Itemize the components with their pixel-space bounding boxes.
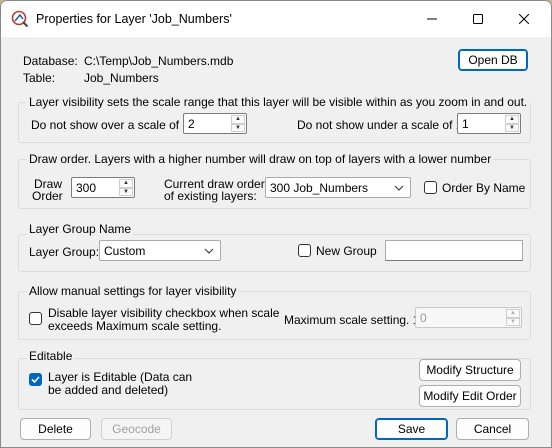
database-label: Database:	[23, 54, 78, 68]
min-scale-label: Do not show under a scale of 1:	[297, 118, 466, 132]
table-name: Job_Numbers	[84, 71, 159, 85]
editable-legend: Editable	[27, 349, 75, 363]
layer-group-dropdown[interactable]: Custom	[99, 240, 221, 261]
draw-order-value: 300	[76, 181, 97, 195]
app-logo-icon	[11, 10, 29, 28]
current-order-label-line2: of existing layers:	[164, 189, 257, 203]
layer-editable-label-line1: Layer is Editable (Data can	[48, 370, 193, 384]
draw-order-legend: Draw order. Layers with a higher number …	[27, 152, 494, 166]
max-scale-spinner[interactable]: 2 ▲ ▼	[183, 113, 247, 134]
max-scale-setting-value: 0	[420, 311, 427, 325]
database-path: C:\Temp\Job_Numbers.mdb	[84, 54, 234, 68]
chevron-down-icon	[394, 185, 404, 191]
chevron-down-icon	[204, 248, 214, 254]
draw-order-label-line2: Order	[32, 189, 63, 203]
max-scale-setting-label: Maximum scale setting. 1:	[284, 313, 423, 327]
spin-up-icon[interactable]: ▲	[505, 115, 519, 124]
visibility-legend: Layer visibility sets the scale range th…	[27, 95, 530, 109]
close-button[interactable]	[501, 1, 547, 37]
new-group-label: New Group	[316, 244, 377, 258]
maximize-button[interactable]	[455, 1, 501, 37]
layer-editable-checkbox[interactable]	[29, 373, 42, 386]
layer-group-label: Layer Group:	[29, 245, 100, 259]
layer-group-legend: Layer Group Name	[27, 222, 134, 236]
layer-group-value: Custom	[104, 244, 146, 258]
cancel-button[interactable]: Cancel	[456, 418, 529, 440]
max-scale-setting-spinner[interactable]: 0 ▲ ▼	[415, 307, 522, 328]
close-icon	[519, 14, 529, 24]
spin-down-icon[interactable]: ▼	[231, 123, 245, 132]
modify-structure-button[interactable]: Modify Structure	[419, 359, 521, 381]
order-by-name-label: Order By Name	[442, 181, 526, 195]
spin-up-icon[interactable]: ▲	[231, 115, 245, 124]
window-title: Properties for Layer 'Job_Numbers'	[36, 12, 232, 26]
modify-edit-order-button[interactable]: Modify Edit Order	[419, 385, 521, 407]
disable-visibility-label-line1: Disable layer visibility checkbox when s…	[48, 306, 280, 320]
delete-button[interactable]: Delete	[20, 418, 91, 440]
minimize-button[interactable]	[409, 1, 455, 37]
existing-layers-value: 300 Job_Numbers	[270, 181, 369, 195]
open-db-button[interactable]: Open DB	[458, 49, 528, 71]
manual-settings-legend: Allow manual settings for layer visibili…	[27, 284, 239, 298]
new-group-checkbox[interactable]	[298, 244, 311, 257]
disable-visibility-label-line2: exceeds Maximum scale setting.	[48, 319, 222, 333]
properties-dialog: Properties for Layer 'Job_Numbers' Datab…	[0, 0, 552, 448]
spin-up-icon[interactable]: ▲	[506, 309, 520, 318]
max-scale-value: 2	[188, 117, 195, 131]
disable-visibility-checkbox[interactable]	[29, 312, 42, 325]
minimize-icon	[427, 18, 437, 20]
save-button[interactable]: Save	[375, 418, 448, 440]
spin-up-icon[interactable]: ▲	[119, 179, 133, 188]
min-scale-spinner[interactable]: 1 ▲ ▼	[457, 113, 521, 134]
spin-down-icon[interactable]: ▼	[506, 317, 520, 326]
existing-layers-dropdown[interactable]: 300 Job_Numbers	[265, 177, 411, 198]
draw-order-spinner[interactable]: 300 ▲ ▼	[71, 177, 135, 198]
order-by-name-checkbox[interactable]	[424, 181, 437, 194]
layer-editable-label-line2: be added and deleted)	[48, 383, 169, 397]
maximize-icon	[473, 14, 483, 24]
spin-down-icon[interactable]: ▼	[505, 123, 519, 132]
spin-down-icon[interactable]: ▼	[119, 187, 133, 196]
new-group-input[interactable]	[385, 240, 523, 261]
geocode-button[interactable]: Geocode	[101, 418, 172, 440]
table-label: Table:	[23, 71, 56, 85]
min-scale-value: 1	[462, 117, 469, 131]
checkmark-icon	[31, 376, 40, 384]
max-scale-label: Do not show over a scale of 1:	[31, 118, 193, 132]
title-bar[interactable]: Properties for Layer 'Job_Numbers'	[1, 1, 551, 37]
